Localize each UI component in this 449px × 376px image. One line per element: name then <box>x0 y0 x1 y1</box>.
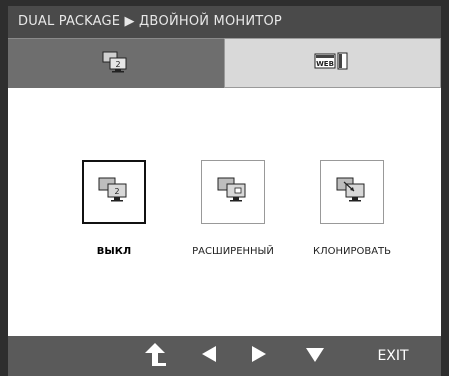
single-monitor-icon: 2 <box>96 174 132 210</box>
option-off-label: ВЫКЛ <box>96 246 132 257</box>
mode-options: 2 ВЫКЛ РАСШИРЕННЫЙ КЛОНИРОВАТЬ <box>8 160 441 280</box>
extend-monitor-icon <box>215 174 251 210</box>
option-extend-label: РАСШИРЕННЫЙ <box>192 246 274 257</box>
return-up-icon <box>144 342 166 370</box>
nav-bar: EXIT <box>8 336 441 376</box>
exit-button[interactable]: EXIT <box>368 336 418 376</box>
dual-monitor-icon: 2 <box>101 50 131 78</box>
exit-label: EXIT <box>377 348 409 364</box>
option-clone[interactable]: КЛОНИРОВАТЬ <box>292 160 412 257</box>
option-clone-label: КЛОНИРОВАТЬ <box>312 246 392 257</box>
content-panel: 2 ВЫКЛ РАСШИРЕННЫЙ КЛОНИРОВАТЬ <box>8 88 441 336</box>
option-badge-2: 2 <box>114 187 119 196</box>
down-triangle-icon <box>306 347 324 366</box>
clone-monitor-icon <box>334 174 370 210</box>
option-off-box[interactable]: 2 <box>82 160 146 224</box>
option-off[interactable]: 2 ВЫКЛ <box>54 160 174 257</box>
right-button[interactable] <box>244 336 274 376</box>
tab-dual-monitor[interactable]: 2 <box>8 38 224 88</box>
osd-window: DUAL PACKAGE ▶ ДВОЙНОЙ МОНИТОР 2 WEB 2 В… <box>0 0 449 376</box>
tab-bar: 2 WEB <box>8 38 441 88</box>
left-button[interactable] <box>194 336 224 376</box>
dual-web-icon: WEB <box>312 50 352 76</box>
up-button[interactable] <box>140 336 170 376</box>
right-triangle-icon <box>252 346 266 366</box>
menu-title: DUAL PACKAGE ▶ ДВОЙНОЙ МОНИТОР <box>8 6 441 38</box>
option-extend-box[interactable] <box>201 160 265 224</box>
left-triangle-icon <box>202 346 216 366</box>
tab-badge-web: WEB <box>316 60 334 68</box>
tab-dual-web[interactable]: WEB <box>223 38 441 88</box>
down-button[interactable] <box>300 336 330 376</box>
option-extend[interactable]: РАСШИРЕННЫЙ <box>173 160 293 257</box>
option-clone-box[interactable] <box>320 160 384 224</box>
tab-badge-2: 2 <box>115 60 120 69</box>
